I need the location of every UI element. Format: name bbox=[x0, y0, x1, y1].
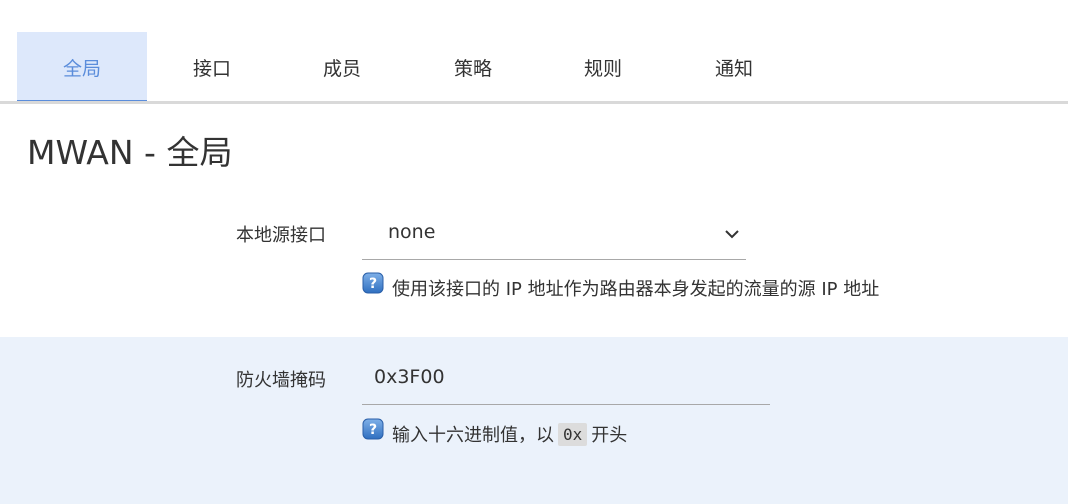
question-mark-icon: ? bbox=[362, 418, 384, 440]
firewall-mask-help-code: 0x bbox=[558, 422, 588, 446]
svg-text:?: ? bbox=[369, 422, 377, 438]
tab-interfaces[interactable]: 接口 bbox=[147, 32, 277, 102]
local-source-help-text: 使用该接口的 IP 地址作为路由器本身发起的流量的源 IP 地址 bbox=[392, 279, 880, 300]
tab-bar: 全局 接口 成员 策略 规则 通知 bbox=[0, 0, 1068, 104]
tab-policies[interactable]: 策略 bbox=[408, 32, 538, 102]
local-source-select[interactable]: none bbox=[362, 207, 746, 260]
page-title: MWAN - 全局 bbox=[27, 133, 233, 172]
tab-bar-divider bbox=[0, 101, 1068, 104]
local-source-label: 本地源接口 bbox=[236, 225, 326, 246]
local-source-select-value: none bbox=[388, 221, 436, 243]
local-source-section: 本地源接口 none ? 使用该接口的 IP 地址作为路由器本身发起的流量的源 … bbox=[0, 200, 1068, 337]
svg-text:?: ? bbox=[369, 276, 377, 292]
tab-notifications[interactable]: 通知 bbox=[669, 32, 799, 102]
tab-rules[interactable]: 规则 bbox=[538, 32, 668, 102]
firewall-mask-input[interactable]: 0x3F00 bbox=[362, 352, 770, 405]
tab-members[interactable]: 成员 bbox=[277, 32, 407, 102]
tab-global[interactable]: 全局 bbox=[17, 32, 147, 104]
firewall-mask-label: 防火墙掩码 bbox=[236, 370, 326, 391]
firewall-mask-section: 防火墙掩码 0x3F00 ? 输入十六进制值，以 0x 开头 bbox=[0, 337, 1068, 504]
firewall-mask-help: ? 输入十六进制值，以 0x 开头 bbox=[362, 418, 628, 447]
chevron-down-icon bbox=[725, 230, 739, 239]
question-mark-icon: ? bbox=[362, 272, 384, 294]
firewall-mask-input-value: 0x3F00 bbox=[374, 366, 445, 388]
local-source-help: ? 使用该接口的 IP 地址作为路由器本身发起的流量的源 IP 地址 bbox=[362, 272, 880, 301]
firewall-mask-help-prefix: 输入十六进制值，以 bbox=[392, 425, 554, 446]
firewall-mask-help-suffix: 开头 bbox=[591, 425, 628, 446]
